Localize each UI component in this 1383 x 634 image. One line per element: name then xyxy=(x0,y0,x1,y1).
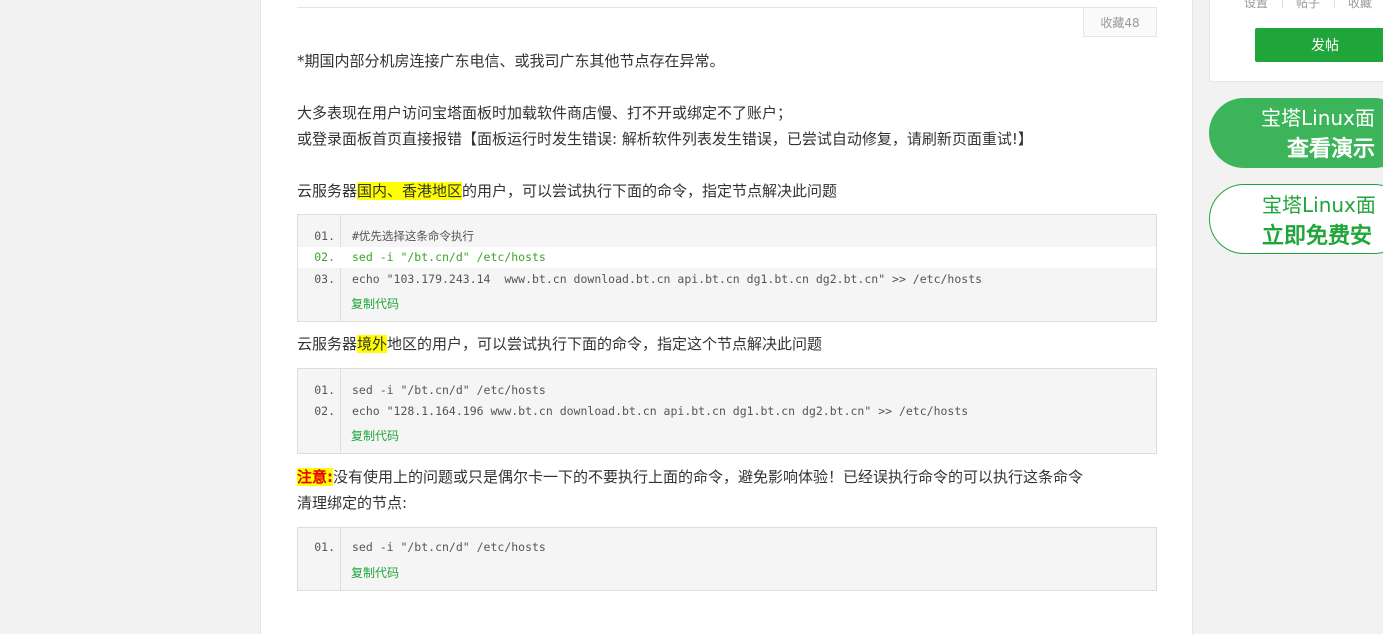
overseas-prefix: 云服务器 xyxy=(297,335,358,353)
line-number: 01. xyxy=(314,383,335,397)
code-block-cleanup: 01. sed -i "/bt.cn/d" /etc/hosts 复制代码 xyxy=(297,527,1157,591)
symptom-text-2: 或登录面板首页直接报错【面板运行时发生错误: 解析软件列表发生错误，已尝试自动修… xyxy=(297,130,1033,148)
code-text: sed -i "/bt.cn/d" /etc/hosts xyxy=(352,250,546,264)
line-number: 01. xyxy=(314,540,335,554)
code-text: #优先选择这条命令执行 xyxy=(352,229,474,243)
code-text: echo "128.1.164.196 www.bt.cn download.b… xyxy=(352,404,969,418)
line-number: 01. xyxy=(314,229,335,243)
favorite-button[interactable]: 收藏48 xyxy=(1083,7,1157,37)
divider xyxy=(297,7,1157,8)
copy-code-link[interactable]: 复制代码 xyxy=(351,427,399,444)
warning-label: 注意: xyxy=(297,468,333,486)
code-block-domestic: 01. #优先选择这条命令执行 02. sed -i "/bt.cn/d" /e… xyxy=(297,214,1157,322)
code-line-active: 02. sed -i "/bt.cn/d" /etc/hosts xyxy=(298,247,1156,268)
sidebar-user-card: 设置 帖子 收藏 发帖 xyxy=(1209,0,1383,82)
line-number: 02. xyxy=(314,404,335,418)
warning-text: 注意:没有使用上的问题或只是偶尔卡一下的不要执行上面的命令，避免影响体验！已经误… xyxy=(297,464,1083,490)
install-banner[interactable]: 宝塔Linux面 立即免费安 xyxy=(1209,184,1383,254)
post-content-panel: 收藏48 *期国内部分机房连接广东电信、或我司广东其他节点存在异常。 大多表现在… xyxy=(260,0,1193,634)
banner-action: 立即免费安 xyxy=(1262,224,1373,249)
copy-code-link[interactable]: 复制代码 xyxy=(351,564,399,581)
overseas-instruction: 云服务器境外地区的用户，可以尝试执行下面的命令，指定这个节点解决此问题 xyxy=(297,331,822,357)
banner-title: 宝塔Linux面 xyxy=(1262,193,1376,217)
banner-action: 查看演示 xyxy=(1287,137,1376,162)
warning-body: 没有使用上的问题或只是偶尔卡一下的不要执行上面的命令，避免影响体验！已经误执行命… xyxy=(333,468,1084,486)
code-line: 01. sed -i "/bt.cn/d" /etc/hosts xyxy=(298,537,1156,558)
code-text: sed -i "/bt.cn/d" /etc/hosts xyxy=(352,383,546,397)
line-number: 03. xyxy=(314,272,335,286)
tab-divider xyxy=(1282,0,1283,8)
notice-text: *期国内部分机房连接广东电信、或我司广东其他节点存在异常。 xyxy=(297,52,725,70)
code-text: sed -i "/bt.cn/d" /etc/hosts xyxy=(352,540,546,554)
demo-banner[interactable]: 宝塔Linux面 查看演示 xyxy=(1209,98,1383,168)
tab-divider xyxy=(1334,0,1335,8)
overseas-suffix: 地区的用户，可以尝试执行下面的命令，指定这个节点解决此问题 xyxy=(387,335,823,353)
code-line: 01. #优先选择这条命令执行 xyxy=(298,226,1156,247)
code-line: 03. echo "103.179.243.14 www.bt.cn downl… xyxy=(298,269,1156,290)
code-block-overseas: 01. sed -i "/bt.cn/d" /etc/hosts 02. ech… xyxy=(297,368,1157,454)
line-number: 02. xyxy=(314,250,335,264)
overseas-highlight: 境外 xyxy=(357,335,388,353)
banner-title: 宝塔Linux面 xyxy=(1261,106,1375,130)
tab-posts[interactable]: 帖子 xyxy=(1296,0,1320,11)
code-line: 02. echo "128.1.164.196 www.bt.cn downlo… xyxy=(298,401,1156,422)
tab-favorites[interactable]: 收藏 xyxy=(1348,0,1372,11)
code-text: echo "103.179.243.14 www.bt.cn download.… xyxy=(352,272,983,286)
symptom-text-1: 大多表现在用户访问宝塔面板时加载软件商店慢、打不开或绑定不了账户； xyxy=(297,104,793,122)
copy-code-link[interactable]: 复制代码 xyxy=(351,295,399,312)
code-line: 01. sed -i "/bt.cn/d" /etc/hosts xyxy=(298,380,1156,401)
new-post-button[interactable]: 发帖 xyxy=(1255,28,1383,62)
domestic-prefix: 云服务器 xyxy=(297,182,358,200)
domestic-suffix: 的用户，可以尝试执行下面的命令，指定节点解决此问题 xyxy=(462,182,838,200)
tab-settings[interactable]: 设置 xyxy=(1244,0,1268,11)
domestic-highlight: 国内、香港地区 xyxy=(357,182,463,200)
warning-text-2: 清理绑定的节点: xyxy=(297,494,408,512)
domestic-instruction: 云服务器国内、香港地区的用户，可以尝试执行下面的命令，指定节点解决此问题 xyxy=(297,178,837,204)
